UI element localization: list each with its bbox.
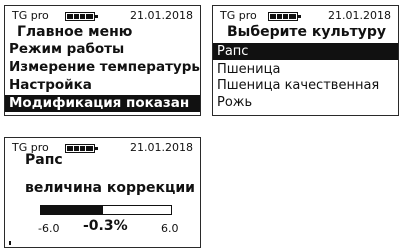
status-bar: TG pro 21.01.2018 <box>5 8 200 24</box>
status-date: 21.01.2018 <box>130 141 193 154</box>
status-date: 21.01.2018 <box>328 9 391 22</box>
device-name: TG pro <box>12 9 49 22</box>
menu-title: Главное меню <box>17 24 133 40</box>
status-bar: TG pro 21.01.2018 <box>213 8 398 24</box>
crop-item-rye[interactable]: Рожь <box>213 94 398 111</box>
correction-min: -6.0 <box>38 222 60 235</box>
crop-item-quality-wheat[interactable]: Пшеница качественная <box>213 77 398 94</box>
screen-correction: TG pro 21.01.2018 Рапс величина коррекци… <box>4 137 201 248</box>
menu-item-modification[interactable]: Модификация показан <box>5 95 200 112</box>
screen-crop-select: TG pro 21.01.2018 Выберите культуру Рапс… <box>212 5 399 116</box>
crop-item-wheat[interactable]: Пшеница <box>213 61 398 78</box>
correction-value: -0.3% <box>83 218 128 234</box>
crop-name: Рапс <box>25 152 63 168</box>
battery-icon <box>268 12 301 21</box>
correction-bar[interactable] <box>40 205 172 215</box>
menu-item-operation-mode[interactable]: Режим работы <box>5 41 200 58</box>
correction-title: величина коррекции <box>25 180 195 196</box>
screen-main-menu: TG pro 21.01.2018 Главное меню Режим раб… <box>4 5 201 116</box>
battery-icon <box>65 144 98 153</box>
status-date: 21.01.2018 <box>130 9 193 22</box>
menu-title: Выберите культуру <box>227 24 387 40</box>
crop-item-rapeseed[interactable]: Рапс <box>213 43 398 60</box>
corner-mark <box>9 241 11 245</box>
menu-item-temperature[interactable]: Измерение температуры <box>5 59 200 76</box>
battery-icon <box>65 12 98 21</box>
menu-item-settings[interactable]: Настройка <box>5 77 200 94</box>
correction-max: 6.0 <box>161 222 179 235</box>
device-name: TG pro <box>220 9 257 22</box>
correction-bar-fill <box>41 206 104 214</box>
